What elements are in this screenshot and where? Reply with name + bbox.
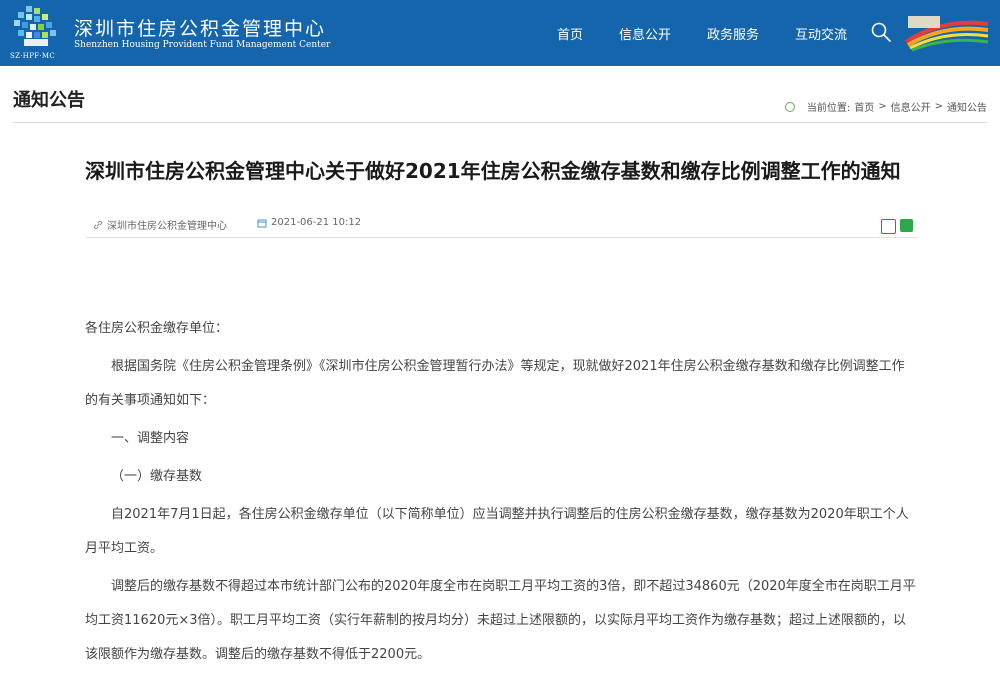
nav-government-services[interactable]: 政务服务 (707, 24, 759, 43)
article-date: 2021-06-21 10:12 (257, 217, 361, 228)
location-pin-icon (784, 101, 795, 112)
brand-emblem-icon[interactable] (902, 12, 992, 52)
section-heading: 一、调整内容 (111, 431, 190, 446)
article-title: 深圳市住房公积金管理中心关于做好2021年住房公积金缴存基数和缴存比例调整工作的… (85, 159, 901, 183)
breadcrumb-info-disclosure[interactable]: 信息公开 (891, 99, 931, 114)
logo-mosaic-icon (14, 6, 56, 46)
article-meta: 深圳市住房公积金管理中心 2021-06-21 10:12 (85, 199, 917, 238)
site-name-cn[interactable]: 深圳市住房公积金管理中心 (74, 14, 326, 41)
share-buttons (881, 219, 913, 234)
article-date-text: 2021-06-21 10:12 (271, 217, 362, 228)
site-name-en: Shenzhen Housing Provident Fund Manageme… (74, 40, 331, 50)
search-icon[interactable] (870, 21, 892, 43)
calendar-icon (257, 219, 267, 227)
logo-caption: SZ·HPF·MC (10, 52, 56, 60)
breadcrumb-notices[interactable]: 通知公告 (947, 99, 987, 114)
article-source-text: 深圳市住房公积金管理中心 (107, 221, 227, 232)
breadcrumb-home[interactable]: 首页 (854, 99, 874, 114)
site-header: SZ·HPF·MC 深圳市住房公积金管理中心 Shenzhen Housing … (0, 0, 1000, 66)
nav-info-disclosure[interactable]: 信息公开 (619, 24, 671, 43)
breadcrumb-separator: > (878, 101, 887, 112)
subsection-heading: （一）缴存基数 (111, 469, 203, 484)
page-title: 通知公告 (13, 90, 85, 111)
breadcrumb: 当前位置: 首页 > 信息公开 > 通知公告 (784, 99, 987, 114)
site-logo[interactable]: SZ·HPF·MC (10, 6, 64, 60)
article-source: 深圳市住房公积金管理中心 (93, 217, 227, 232)
breadcrumb-separator: > (934, 101, 943, 112)
nav-interaction[interactable]: 互动交流 (795, 24, 847, 43)
breadcrumb-prefix: 当前位置: (806, 103, 851, 114)
wechat-share-icon[interactable] (900, 219, 913, 232)
weibo-share-icon[interactable] (881, 219, 896, 234)
paragraph-base: 自2021年7月1日起，各住房公积金缴存单位（以下简称单位）应当调整并执行调整后… (85, 507, 909, 556)
link-icon (93, 220, 103, 229)
paragraph-intro: 根据国务院《住房公积金管理条例》《深圳市住房公积金管理暂行办法》等规定，现就做好… (85, 359, 905, 408)
page-heading-bar: 通知公告 当前位置: 首页 > 信息公开 > 通知公告 (13, 66, 987, 123)
nav-home[interactable]: 首页 (557, 24, 583, 43)
article: 深圳市住房公积金管理中心关于做好2021年住房公积金缴存基数和缴存比例调整工作的… (85, 145, 917, 238)
article-body: 各住房公积金缴存单位： 根据国务院《住房公积金管理条例》《深圳市住房公积金管理暂… (85, 312, 917, 676)
paragraph-limit: 调整后的缴存基数不得超过本市统计部门公布的2020年度全市在岗职工月平均工资的3… (85, 579, 916, 662)
paragraph-salutation: 各住房公积金缴存单位： (85, 321, 229, 336)
